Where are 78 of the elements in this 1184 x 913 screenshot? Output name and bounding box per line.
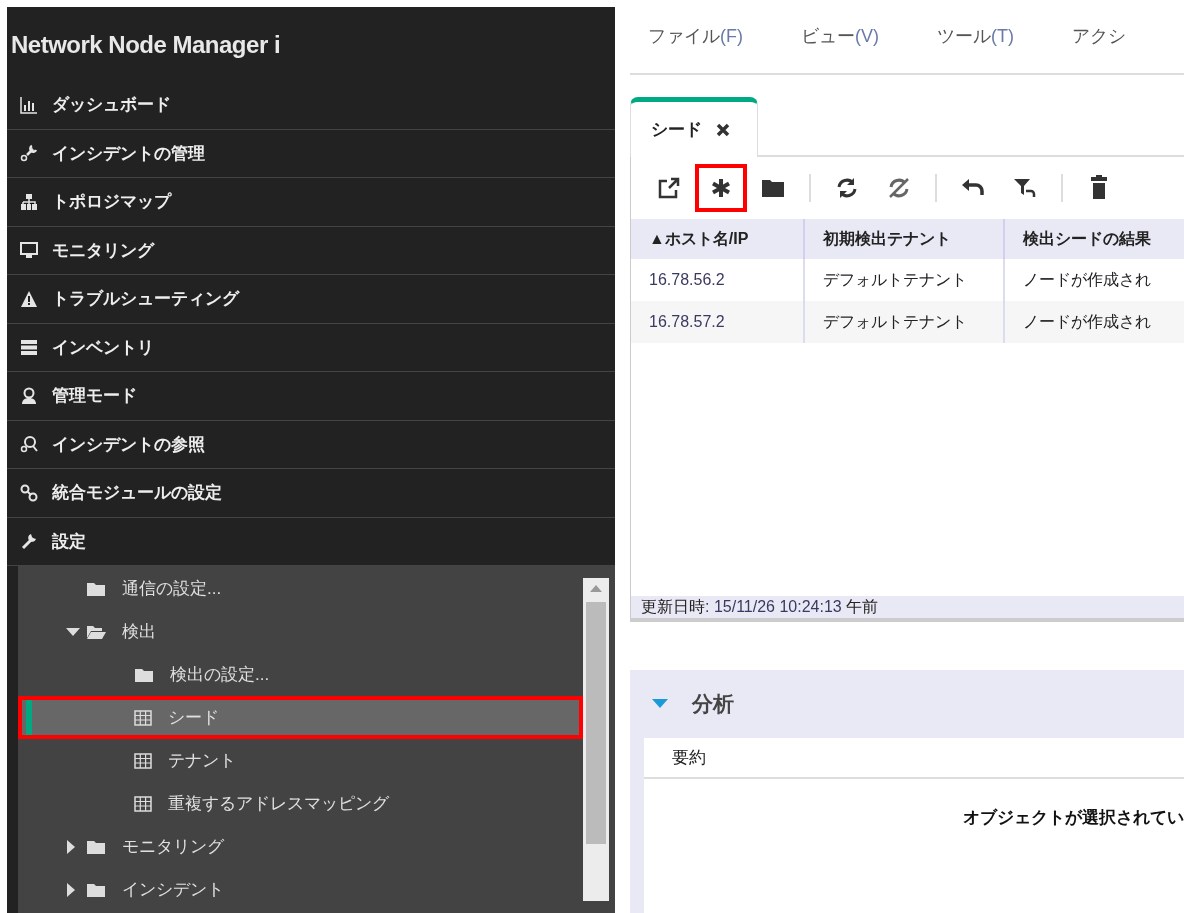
- tree-item-label: 検出の設定...: [170, 663, 270, 686]
- column-header[interactable]: ▲ホスト名/IP: [631, 219, 803, 259]
- tree-item-label: シード: [168, 706, 219, 729]
- bar-chart-icon: [20, 95, 38, 114]
- tree-item[interactable]: 通信の設定...: [18, 567, 583, 610]
- folder-icon: [86, 881, 106, 898]
- scrollbar-thumb[interactable]: [586, 602, 606, 844]
- table-icon: [134, 752, 152, 769]
- monitor-icon: [20, 241, 38, 260]
- toolbar-button[interactable]: [695, 164, 747, 212]
- menu-item[interactable]: ファイル(F): [648, 23, 743, 50]
- scrollbar[interactable]: [583, 578, 609, 901]
- selection-marker: [26, 700, 32, 735]
- expand-triangle-icon[interactable]: [66, 839, 76, 854]
- tree-item-label: 通信の設定...: [122, 577, 222, 600]
- tree-item[interactable]: シード: [18, 696, 583, 739]
- nav-item-label: 統合モジュールの設定: [52, 482, 222, 504]
- wrench-icon: [20, 144, 38, 163]
- tree-item-label: 検出: [122, 620, 156, 643]
- section-header: 要約: [644, 738, 1184, 779]
- person-icon: [20, 386, 38, 405]
- nav-item-label: トラブルシューティング: [52, 288, 239, 310]
- collapse-triangle-icon[interactable]: [66, 626, 80, 637]
- table-cell: デフォルトテナント: [803, 301, 1003, 343]
- tree-item-label: 重複するアドレスマッピング: [168, 792, 389, 815]
- tree-item[interactable]: モニタリング: [18, 825, 583, 868]
- menu-item[interactable]: ビュー(V): [801, 23, 879, 50]
- table-icon: [134, 709, 152, 726]
- table-cell-text: 16.78.57.2: [648, 312, 726, 332]
- nav-item-label: インシデントの参照: [52, 433, 205, 456]
- tree-item[interactable]: 重複するアドレスマッピング: [18, 782, 583, 825]
- table-icon: [134, 795, 152, 812]
- nav-item-label: モニタリング: [52, 239, 154, 262]
- panel-title: 分析: [692, 691, 734, 718]
- nav-item[interactable]: インシデントの管理: [7, 129, 615, 178]
- table-cell: ノードが作成され: [1003, 301, 1184, 343]
- folder-icon: [86, 838, 106, 855]
- tree-item[interactable]: インシデント: [18, 868, 583, 911]
- search-icon: [20, 435, 38, 454]
- nav-item[interactable]: 管理モード: [7, 372, 615, 421]
- table-cell-text: 16.78.56.2: [648, 270, 726, 290]
- wrench-icon: [20, 532, 38, 551]
- folder-icon: [134, 666, 154, 683]
- tree-item[interactable]: テナント: [18, 739, 583, 782]
- nav-item[interactable]: モニタリング: [7, 226, 615, 275]
- tree-item-label: インシデント: [122, 878, 224, 901]
- app-title: Network Node Manager i: [10, 30, 282, 60]
- nav-item[interactable]: インベントリ: [7, 323, 615, 372]
- tab[interactable]: シード: [630, 97, 758, 157]
- nav-item-label: 設定: [52, 530, 86, 553]
- expand-triangle-icon[interactable]: [66, 882, 76, 897]
- nav-item[interactable]: ダッシュボード: [7, 81, 615, 130]
- nav-item-label: 管理モード: [52, 385, 137, 407]
- open-folder-icon: [86, 623, 106, 640]
- server-icon: [20, 338, 38, 357]
- folder-icon: [86, 580, 106, 597]
- nav-item[interactable]: トラブルシューティング: [7, 275, 615, 324]
- nav-item-label: インシデントの管理: [52, 142, 205, 165]
- nav-item-label: インベントリ: [52, 336, 154, 359]
- status-text: 更新日時: 15/11/26 10:24:13 午前: [641, 597, 879, 617]
- close-icon[interactable]: [716, 122, 730, 137]
- menu-item[interactable]: アクシ: [1071, 23, 1126, 50]
- warning-icon: [20, 289, 38, 308]
- tab-label: シード: [651, 118, 702, 141]
- nav-item-label: ダッシュボード: [52, 94, 171, 116]
- nav-item-label: トポロジマップ: [52, 191, 171, 213]
- tree-item[interactable]: 検出の設定...: [18, 653, 583, 696]
- nav-item[interactable]: トポロジマップ: [7, 178, 615, 227]
- tree-item[interactable]: 検出: [18, 610, 583, 653]
- hierarchy-icon: [20, 192, 38, 211]
- tree-item-label: テナント: [168, 749, 236, 772]
- nav-item[interactable]: インシデントの参照: [7, 420, 615, 469]
- tree-item-label: モニタリング: [122, 835, 224, 858]
- nav-item[interactable]: 統合モジュールの設定: [7, 469, 615, 518]
- external-link-icon: [656, 175, 682, 201]
- link-icon: [20, 483, 38, 502]
- empty-message: オブジェクトが選択されてい: [963, 807, 1184, 829]
- menu-item[interactable]: ツール(T): [937, 23, 1014, 50]
